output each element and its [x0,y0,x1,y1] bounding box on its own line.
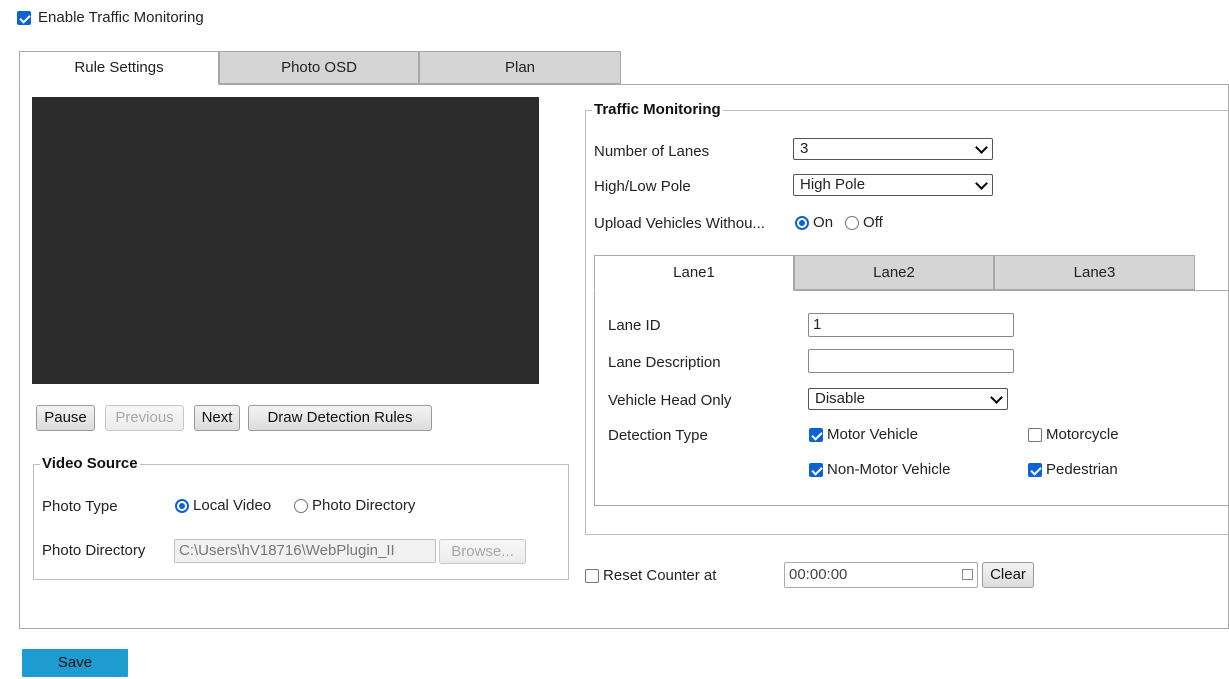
motorcycle-label: Motorcycle [1046,426,1119,443]
number-of-lanes-label: Number of Lanes [594,143,710,160]
enable-traffic-monitoring-label: Enable Traffic Monitoring [38,9,204,26]
chevron-down-icon [990,391,1003,404]
high-low-pole-label: High/Low Pole [594,178,691,195]
time-picker-icon[interactable] [962,569,973,580]
tab-lane1[interactable]: Lane1 [594,255,794,291]
tab-lane3[interactable]: Lane3 [994,255,1195,290]
reset-counter-label: Reset Counter at [603,567,717,584]
pause-button[interactable]: Pause [36,405,95,431]
upload-on-label: On [813,214,834,231]
non-motor-vehicle-checkbox[interactable] [809,462,823,477]
local-video-label: Local Video [193,497,272,514]
high-low-pole-select[interactable]: High Pole [793,174,993,196]
tab-lane2[interactable]: Lane2 [794,255,994,290]
chevron-down-icon [975,177,988,190]
pedestrian-checkbox[interactable] [1028,462,1042,477]
tab-photo-osd[interactable]: Photo OSD [219,51,419,84]
reset-counter-checkbox[interactable] [585,568,599,583]
tab-plan[interactable]: Plan [419,51,621,84]
motor-vehicle-checkbox[interactable] [809,427,823,442]
draw-detection-rules-button[interactable]: Draw Detection Rules [248,405,432,431]
lane-id-input[interactable]: 1 [808,313,1014,337]
non-motor-vehicle-option[interactable]: Non-Motor Vehicle [809,461,950,478]
non-motor-vehicle-label: Non-Motor Vehicle [827,461,951,478]
vehicle-head-only-value: Disable [815,390,866,407]
motor-vehicle-label: Motor Vehicle [827,426,918,443]
pedestrian-option[interactable]: Pedestrian [1028,461,1118,478]
vehicle-head-only-label: Vehicle Head Only [608,392,732,409]
reset-counter-time-input[interactable]: 00:00:00 [784,562,978,588]
lane-id-label: Lane ID [608,317,661,334]
detection-type-label: Detection Type [608,427,708,444]
number-of-lanes-select[interactable]: 3 [793,138,993,160]
previous-button[interactable]: Previous [105,405,184,431]
vehicle-head-only-select[interactable]: Disable [808,388,1008,410]
photo-directory-option[interactable]: Photo Directory [294,497,415,514]
photo-directory-label: Photo Directory [42,542,146,559]
upload-on-option[interactable]: On [795,214,833,231]
motor-vehicle-option[interactable]: Motor Vehicle [809,426,918,443]
video-source-legend: Video Source [40,455,140,472]
enable-traffic-monitoring-checkbox[interactable] [17,10,31,25]
browse-button[interactable]: Browse... [439,539,526,564]
photo-directory-option-label: Photo Directory [312,497,416,514]
chevron-down-icon [975,141,988,154]
lane-description-input[interactable] [808,349,1014,373]
upload-off-option[interactable]: Off [845,214,883,231]
local-video-radio[interactable] [175,498,189,513]
lane-description-label: Lane Description [608,354,721,371]
traffic-monitoring-legend: Traffic Monitoring [592,101,723,118]
photo-directory-radio[interactable] [294,498,308,513]
high-low-pole-value: High Pole [800,176,866,193]
local-video-option[interactable]: Local Video [175,497,271,514]
upload-on-radio[interactable] [795,215,809,230]
pedestrian-label: Pedestrian [1046,461,1118,478]
photo-directory-input[interactable]: C:\Users\hV18716\WebPlugin_II [174,539,436,563]
photo-type-label: Photo Type [42,498,118,515]
enable-traffic-monitoring[interactable]: Enable Traffic Monitoring [17,9,204,26]
reset-counter-option[interactable]: Reset Counter at [585,567,716,584]
reset-counter-time-value: 00:00:00 [789,566,848,583]
save-button[interactable]: Save [22,649,128,677]
upload-off-label: Off [863,214,883,231]
upload-vehicles-label: Upload Vehicles Withou... [594,215,765,232]
upload-off-radio[interactable] [845,215,859,230]
next-button[interactable]: Next [194,405,240,431]
motorcycle-checkbox[interactable] [1028,427,1042,442]
motorcycle-option[interactable]: Motorcycle [1028,426,1119,443]
video-preview[interactable] [32,97,539,384]
number-of-lanes-value: 3 [800,140,809,157]
tab-rule-settings[interactable]: Rule Settings [19,51,219,85]
clear-button[interactable]: Clear [982,562,1034,588]
